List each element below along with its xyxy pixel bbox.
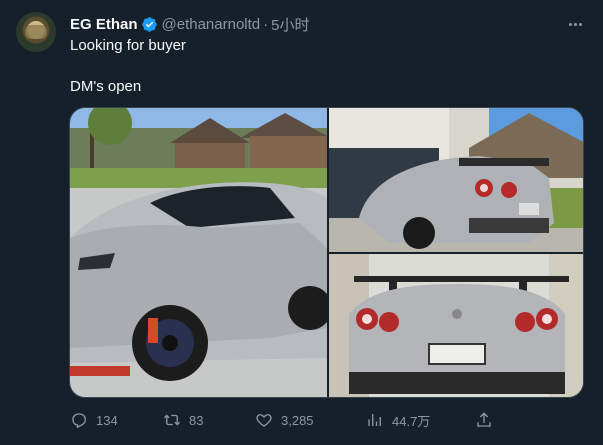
views-count: 44.7万 [392,413,431,429]
photo-car-rear-angle[interactable] [329,108,583,252]
reply-icon [72,413,87,429]
separator-dot: · [263,15,269,33]
action-bar: 134 83 3,285 44.7万 [70,410,500,430]
like-count: 3,285 [281,412,314,428]
tweet-header: EG Ethan @ethanarnoltd · 5小时 [70,14,310,34]
reply-button[interactable]: 134 [70,410,118,430]
retweet-button[interactable]: 83 [163,410,203,430]
like-button[interactable]: 3,285 [255,410,314,430]
timestamp[interactable]: 5小时 [271,14,309,35]
views-button[interactable]: 44.7万 [366,410,430,430]
verified-icon [141,16,157,32]
reply-count: 134 [96,412,118,428]
retweet-icon [164,414,180,426]
views-icon [368,414,381,426]
display-name[interactable]: EG Ethan [70,16,138,33]
handle[interactable]: @ethanarnoltd [162,16,261,33]
heart-icon [256,414,272,427]
share-button[interactable] [475,410,501,430]
photo-car-rear[interactable] [329,254,583,397]
tweet-text-line: Looking for buyer [70,37,186,54]
retweet-count: 83 [189,412,204,428]
more-icon[interactable] [565,14,585,34]
avatar[interactable] [16,12,56,52]
photo-car-side[interactable] [70,108,327,397]
tweet: EG Ethan @ethanarnoltd · 5小时 Looking for… [0,0,603,445]
media-grid [69,107,584,398]
share-icon [477,412,491,427]
tweet-text-line: DM's open [70,78,142,95]
